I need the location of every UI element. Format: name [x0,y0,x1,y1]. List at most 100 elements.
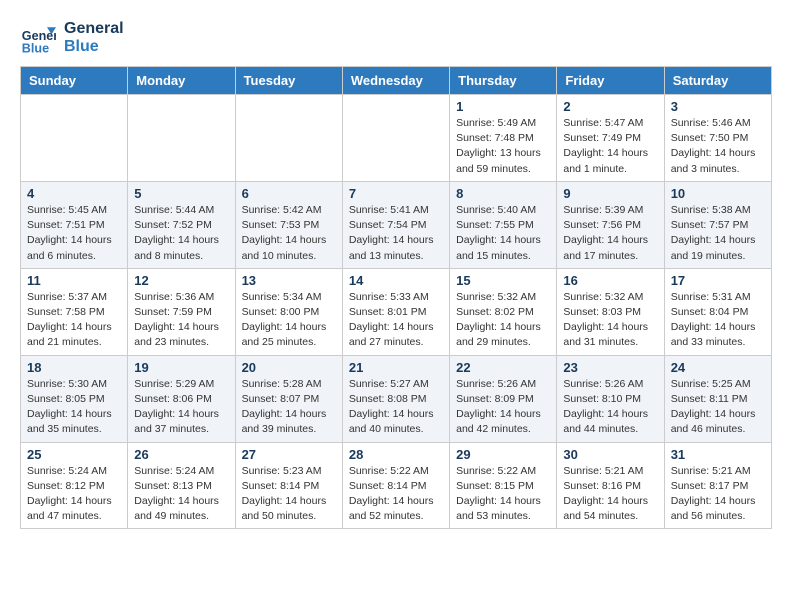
day-info: Sunrise: 5:26 AM Sunset: 8:09 PM Dayligh… [456,377,550,438]
day-info: Sunrise: 5:23 AM Sunset: 8:14 PM Dayligh… [242,464,336,525]
day-number: 28 [349,447,443,462]
day-number: 23 [563,360,657,375]
day-number: 5 [134,186,228,201]
day-info: Sunrise: 5:24 AM Sunset: 8:13 PM Dayligh… [134,464,228,525]
calendar-cell: 19Sunrise: 5:29 AM Sunset: 8:06 PM Dayli… [128,355,235,442]
day-info: Sunrise: 5:24 AM Sunset: 8:12 PM Dayligh… [27,464,121,525]
calendar-cell: 11Sunrise: 5:37 AM Sunset: 7:58 PM Dayli… [21,268,128,355]
day-number: 31 [671,447,765,462]
calendar-cell: 21 Sunrise: 5:27 AM Sunset: 8:08 PM Dayli… [342,355,449,442]
calendar-cell: 1 Sunrise: 5:49 AM Sunset: 7:48 PM Daylig… [450,95,557,182]
calendar-cell: 16 Sunrise: 5:32 AM Sunset: 8:03 PM Dayli… [557,268,664,355]
day-number: 4 [27,186,121,201]
weekday-header-wednesday: Wednesday [342,67,449,95]
day-info: Sunrise: 5:36 AM Sunset: 7:59 PM Dayligh… [134,290,228,351]
day-number: 16 [563,273,657,288]
day-info: Sunrise: 5:49 AM Sunset: 7:48 PM Dayligh… [456,116,550,177]
calendar-cell: 29 Sunrise: 5:22 AM Sunset: 8:15 PM Dayli… [450,442,557,529]
day-number: 7 [349,186,443,201]
calendar-cell: 20 Sunrise: 5:28 AM Sunset: 8:07 PM Dayli… [235,355,342,442]
day-number: 24 [671,360,765,375]
calendar-cell: 9Sunrise: 5:39 AM Sunset: 7:56 PM Daylig… [557,181,664,268]
calendar-cell: 12 Sunrise: 5:36 AM Sunset: 7:59 PM Dayli… [128,268,235,355]
day-number: 14 [349,273,443,288]
logo-general: General [64,20,124,38]
calendar-cell: 4 Sunrise: 5:45 AM Sunset: 7:51 PM Daylig… [21,181,128,268]
week-row-2: 4 Sunrise: 5:45 AM Sunset: 7:51 PM Daylig… [21,181,772,268]
day-number: 6 [242,186,336,201]
day-number: 1 [456,99,550,114]
day-number: 3 [671,99,765,114]
day-number: 9 [563,186,657,201]
day-info: Sunrise: 5:29 AM Sunset: 8:06 PM Dayligh… [134,377,228,438]
calendar-cell: 3 Sunrise: 5:46 AM Sunset: 7:50 PM Daylig… [664,95,771,182]
day-number: 20 [242,360,336,375]
day-number: 29 [456,447,550,462]
calendar-cell: 6 Sunrise: 5:42 AM Sunset: 7:53 PM Daylig… [235,181,342,268]
calendar-cell: 17 Sunrise: 5:31 AM Sunset: 8:04 PM Dayli… [664,268,771,355]
weekday-header-row: SundayMondayTuesdayWednesdayThursdayFrid… [21,67,772,95]
svg-text:Blue: Blue [22,41,49,55]
logo-icon: General Blue [20,20,56,56]
week-row-3: 11Sunrise: 5:37 AM Sunset: 7:58 PM Dayli… [21,268,772,355]
calendar-cell: 18Sunrise: 5:30 AM Sunset: 8:05 PM Dayli… [21,355,128,442]
day-info: Sunrise: 5:41 AM Sunset: 7:54 PM Dayligh… [349,203,443,264]
day-info: Sunrise: 5:21 AM Sunset: 8:16 PM Dayligh… [563,464,657,525]
day-info: Sunrise: 5:40 AM Sunset: 7:55 PM Dayligh… [456,203,550,264]
day-info: Sunrise: 5:47 AM Sunset: 7:49 PM Dayligh… [563,116,657,177]
day-info: Sunrise: 5:30 AM Sunset: 8:05 PM Dayligh… [27,377,121,438]
day-info: Sunrise: 5:34 AM Sunset: 8:00 PM Dayligh… [242,290,336,351]
day-info: Sunrise: 5:31 AM Sunset: 8:04 PM Dayligh… [671,290,765,351]
logo: General Blue General Blue [20,20,124,56]
day-info: Sunrise: 5:27 AM Sunset: 8:08 PM Dayligh… [349,377,443,438]
calendar-cell [235,95,342,182]
weekday-header-sunday: Sunday [21,67,128,95]
calendar-cell: 2Sunrise: 5:47 AM Sunset: 7:49 PM Daylig… [557,95,664,182]
day-info: Sunrise: 5:44 AM Sunset: 7:52 PM Dayligh… [134,203,228,264]
calendar-cell: 22 Sunrise: 5:26 AM Sunset: 8:09 PM Dayli… [450,355,557,442]
calendar-cell: 24Sunrise: 5:25 AM Sunset: 8:11 PM Dayli… [664,355,771,442]
calendar-cell: 5 Sunrise: 5:44 AM Sunset: 7:52 PM Daylig… [128,181,235,268]
weekday-header-monday: Monday [128,67,235,95]
calendar-cell: 26Sunrise: 5:24 AM Sunset: 8:13 PM Dayli… [128,442,235,529]
calendar-cell [342,95,449,182]
day-info: Sunrise: 5:38 AM Sunset: 7:57 PM Dayligh… [671,203,765,264]
calendar-cell: 7 Sunrise: 5:41 AM Sunset: 7:54 PM Daylig… [342,181,449,268]
weekday-header-thursday: Thursday [450,67,557,95]
day-info: Sunrise: 5:22 AM Sunset: 8:14 PM Dayligh… [349,464,443,525]
week-row-5: 25 Sunrise: 5:24 AM Sunset: 8:12 PM Dayli… [21,442,772,529]
week-row-1: 1 Sunrise: 5:49 AM Sunset: 7:48 PM Daylig… [21,95,772,182]
calendar-cell: 15Sunrise: 5:32 AM Sunset: 8:02 PM Dayli… [450,268,557,355]
day-info: Sunrise: 5:42 AM Sunset: 7:53 PM Dayligh… [242,203,336,264]
calendar-cell: 13Sunrise: 5:34 AM Sunset: 8:00 PM Dayli… [235,268,342,355]
day-info: Sunrise: 5:32 AM Sunset: 8:03 PM Dayligh… [563,290,657,351]
day-info: Sunrise: 5:26 AM Sunset: 8:10 PM Dayligh… [563,377,657,438]
calendar-cell: 14 Sunrise: 5:33 AM Sunset: 8:01 PM Dayli… [342,268,449,355]
day-info: Sunrise: 5:21 AM Sunset: 8:17 PM Dayligh… [671,464,765,525]
calendar-cell [128,95,235,182]
day-info: Sunrise: 5:28 AM Sunset: 8:07 PM Dayligh… [242,377,336,438]
day-number: 22 [456,360,550,375]
calendar-cell: 8Sunrise: 5:40 AM Sunset: 7:55 PM Daylig… [450,181,557,268]
day-info: Sunrise: 5:37 AM Sunset: 7:58 PM Dayligh… [27,290,121,351]
week-row-4: 18Sunrise: 5:30 AM Sunset: 8:05 PM Dayli… [21,355,772,442]
day-info: Sunrise: 5:33 AM Sunset: 8:01 PM Dayligh… [349,290,443,351]
calendar-table: SundayMondayTuesdayWednesdayThursdayFrid… [20,66,772,529]
day-info: Sunrise: 5:46 AM Sunset: 7:50 PM Dayligh… [671,116,765,177]
calendar-cell: 10 Sunrise: 5:38 AM Sunset: 7:57 PM Dayli… [664,181,771,268]
day-info: Sunrise: 5:32 AM Sunset: 8:02 PM Dayligh… [456,290,550,351]
day-info: Sunrise: 5:22 AM Sunset: 8:15 PM Dayligh… [456,464,550,525]
calendar-cell: 25 Sunrise: 5:24 AM Sunset: 8:12 PM Dayli… [21,442,128,529]
day-number: 12 [134,273,228,288]
day-number: 10 [671,186,765,201]
day-number: 25 [27,447,121,462]
day-number: 21 [349,360,443,375]
day-number: 30 [563,447,657,462]
calendar-cell: 31 Sunrise: 5:21 AM Sunset: 8:17 PM Dayli… [664,442,771,529]
weekday-header-tuesday: Tuesday [235,67,342,95]
logo-blue: Blue [64,38,124,56]
calendar-cell: 23 Sunrise: 5:26 AM Sunset: 8:10 PM Dayli… [557,355,664,442]
day-number: 17 [671,273,765,288]
calendar-cell: 30 Sunrise: 5:21 AM Sunset: 8:16 PM Dayli… [557,442,664,529]
day-info: Sunrise: 5:45 AM Sunset: 7:51 PM Dayligh… [27,203,121,264]
